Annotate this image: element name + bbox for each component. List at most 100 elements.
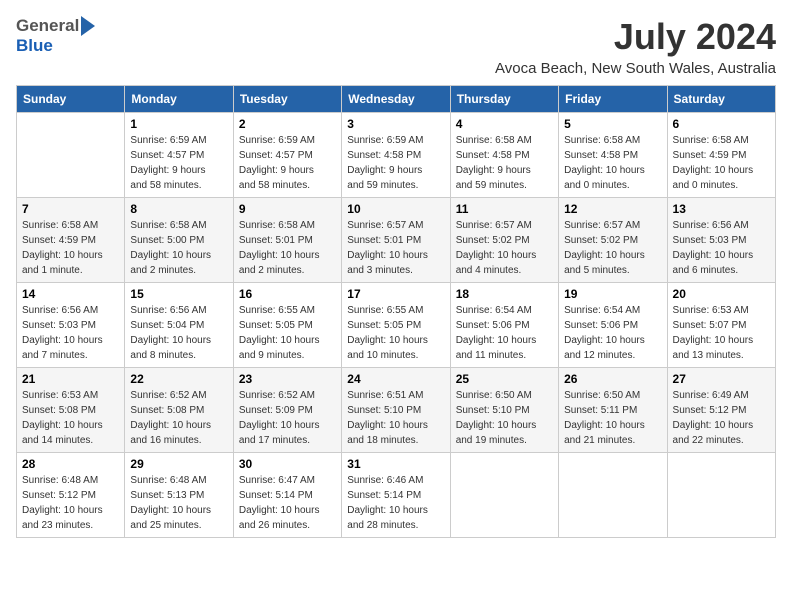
calendar-cell: 20 Sunrise: 6:53 AMSunset: 5:07 PMDayligh… [667, 283, 775, 368]
calendar-cell: 9 Sunrise: 6:58 AMSunset: 5:01 PMDaylight… [233, 198, 341, 283]
logo-blue: Blue [16, 36, 53, 55]
day-number: 16 [239, 287, 336, 301]
day-detail: Sunrise: 6:49 AMSunset: 5:12 PMDaylight:… [673, 388, 770, 448]
calendar-header-tuesday: Tuesday [233, 86, 341, 113]
day-detail: Sunrise: 6:58 AMSunset: 5:00 PMDaylight:… [130, 218, 227, 278]
day-number: 29 [130, 457, 227, 471]
day-number: 15 [130, 287, 227, 301]
day-number: 20 [673, 287, 770, 301]
day-number: 23 [239, 372, 336, 386]
day-detail: Sunrise: 6:56 AMSunset: 5:04 PMDaylight:… [130, 303, 227, 363]
day-detail: Sunrise: 6:48 AMSunset: 5:13 PMDaylight:… [130, 473, 227, 533]
calendar-week-2: 7 Sunrise: 6:58 AMSunset: 4:59 PMDaylight… [17, 198, 776, 283]
day-number: 14 [22, 287, 119, 301]
day-detail: Sunrise: 6:58 AMSunset: 4:59 PMDaylight:… [673, 133, 770, 193]
calendar-cell: 21 Sunrise: 6:53 AMSunset: 5:08 PMDayligh… [17, 368, 125, 453]
day-detail: Sunrise: 6:58 AMSunset: 5:01 PMDaylight:… [239, 218, 336, 278]
calendar-header-monday: Monday [125, 86, 233, 113]
day-detail: Sunrise: 6:59 AMSunset: 4:57 PMDaylight:… [130, 133, 227, 193]
calendar-cell: 4Sunrise: 6:58 AMSunset: 4:58 PMDaylight… [450, 113, 558, 198]
day-number: 26 [564, 372, 661, 386]
calendar-table: SundayMondayTuesdayWednesdayThursdayFrid… [16, 85, 776, 538]
day-detail: Sunrise: 6:59 AMSunset: 4:58 PMDaylight:… [347, 133, 444, 193]
calendar-cell: 28 Sunrise: 6:48 AMSunset: 5:12 PMDayligh… [17, 453, 125, 538]
logo-arrow-icon [81, 16, 95, 36]
calendar-cell: 22 Sunrise: 6:52 AMSunset: 5:08 PMDayligh… [125, 368, 233, 453]
day-detail: Sunrise: 6:54 AMSunset: 5:06 PMDaylight:… [456, 303, 553, 363]
day-number: 25 [456, 372, 553, 386]
day-number: 11 [456, 202, 553, 216]
title-area: July 2024 Avoca Beach, New South Wales, … [495, 16, 776, 77]
day-detail: Sunrise: 6:50 AMSunset: 5:10 PMDaylight:… [456, 388, 553, 448]
day-number: 24 [347, 372, 444, 386]
calendar-week-3: 14 Sunrise: 6:56 AMSunset: 5:03 PMDayligh… [17, 283, 776, 368]
day-number: 3 [347, 117, 444, 131]
day-number: 30 [239, 457, 336, 471]
calendar-header-friday: Friday [559, 86, 667, 113]
day-number: 7 [22, 202, 119, 216]
logo: General Blue [16, 16, 97, 56]
calendar-cell [17, 113, 125, 198]
day-detail: Sunrise: 6:52 AMSunset: 5:08 PMDaylight:… [130, 388, 227, 448]
calendar-cell: 31 Sunrise: 6:46 AMSunset: 5:14 PMDayligh… [342, 453, 450, 538]
calendar-cell: 11 Sunrise: 6:57 AMSunset: 5:02 PMDayligh… [450, 198, 558, 283]
day-detail: Sunrise: 6:59 AMSunset: 4:57 PMDaylight:… [239, 133, 336, 193]
day-number: 19 [564, 287, 661, 301]
calendar-cell: 27Sunrise: 6:49 AMSunset: 5:12 PMDayligh… [667, 368, 775, 453]
calendar-week-5: 28 Sunrise: 6:48 AMSunset: 5:12 PMDayligh… [17, 453, 776, 538]
calendar-cell: 29 Sunrise: 6:48 AMSunset: 5:13 PMDayligh… [125, 453, 233, 538]
day-detail: Sunrise: 6:56 AMSunset: 5:03 PMDaylight:… [673, 218, 770, 278]
calendar-cell: 12Sunrise: 6:57 AMSunset: 5:02 PMDayligh… [559, 198, 667, 283]
calendar-week-1: 1 Sunrise: 6:59 AMSunset: 4:57 PMDaylight… [17, 113, 776, 198]
day-detail: Sunrise: 6:46 AMSunset: 5:14 PMDaylight:… [347, 473, 444, 533]
calendar-cell: 10 Sunrise: 6:57 AMSunset: 5:01 PMDayligh… [342, 198, 450, 283]
calendar-cell: 18 Sunrise: 6:54 AMSunset: 5:06 PMDayligh… [450, 283, 558, 368]
calendar-cell: 24 Sunrise: 6:51 AMSunset: 5:10 PMDayligh… [342, 368, 450, 453]
calendar-cell: 6 Sunrise: 6:58 AMSunset: 4:59 PMDaylight… [667, 113, 775, 198]
day-number: 8 [130, 202, 227, 216]
logo-general: General [16, 16, 79, 36]
day-detail: Sunrise: 6:57 AMSunset: 5:02 PMDaylight:… [456, 218, 553, 278]
calendar-cell: 19 Sunrise: 6:54 AMSunset: 5:06 PMDayligh… [559, 283, 667, 368]
day-number: 12 [564, 202, 661, 216]
page-header: General Blue July 2024 Avoca Beach, New … [16, 16, 776, 77]
calendar-cell: 16Sunrise: 6:55 AMSunset: 5:05 PMDayligh… [233, 283, 341, 368]
day-number: 28 [22, 457, 119, 471]
day-detail: Sunrise: 6:51 AMSunset: 5:10 PMDaylight:… [347, 388, 444, 448]
day-detail: Sunrise: 6:54 AMSunset: 5:06 PMDaylight:… [564, 303, 661, 363]
day-detail: Sunrise: 6:57 AMSunset: 5:01 PMDaylight:… [347, 218, 444, 278]
day-number: 22 [130, 372, 227, 386]
day-detail: Sunrise: 6:48 AMSunset: 5:12 PMDaylight:… [22, 473, 119, 533]
day-detail: Sunrise: 6:50 AMSunset: 5:11 PMDaylight:… [564, 388, 661, 448]
calendar-cell: 30 Sunrise: 6:47 AMSunset: 5:14 PMDayligh… [233, 453, 341, 538]
calendar-cell: 14 Sunrise: 6:56 AMSunset: 5:03 PMDayligh… [17, 283, 125, 368]
day-detail: Sunrise: 6:58 AMSunset: 4:59 PMDaylight:… [22, 218, 119, 278]
calendar-header-wednesday: Wednesday [342, 86, 450, 113]
calendar-cell: 15 Sunrise: 6:56 AMSunset: 5:04 PMDayligh… [125, 283, 233, 368]
day-detail: Sunrise: 6:55 AMSunset: 5:05 PMDaylight:… [347, 303, 444, 363]
day-number: 2 [239, 117, 336, 131]
month-title: July 2024 [495, 16, 776, 58]
day-detail: Sunrise: 6:53 AMSunset: 5:08 PMDaylight:… [22, 388, 119, 448]
calendar-header-saturday: Saturday [667, 86, 775, 113]
day-number: 13 [673, 202, 770, 216]
day-number: 18 [456, 287, 553, 301]
calendar-week-4: 21 Sunrise: 6:53 AMSunset: 5:08 PMDayligh… [17, 368, 776, 453]
calendar-header-sunday: Sunday [17, 86, 125, 113]
day-detail: Sunrise: 6:52 AMSunset: 5:09 PMDaylight:… [239, 388, 336, 448]
day-number: 6 [673, 117, 770, 131]
calendar-cell: 26 Sunrise: 6:50 AMSunset: 5:11 PMDayligh… [559, 368, 667, 453]
calendar-cell: 13 Sunrise: 6:56 AMSunset: 5:03 PMDayligh… [667, 198, 775, 283]
day-number: 31 [347, 457, 444, 471]
day-number: 10 [347, 202, 444, 216]
day-detail: Sunrise: 6:58 AMSunset: 4:58 PMDaylight:… [456, 133, 553, 193]
day-detail: Sunrise: 6:53 AMSunset: 5:07 PMDaylight:… [673, 303, 770, 363]
day-detail: Sunrise: 6:47 AMSunset: 5:14 PMDaylight:… [239, 473, 336, 533]
calendar-cell: 23 Sunrise: 6:52 AMSunset: 5:09 PMDayligh… [233, 368, 341, 453]
calendar-cell [559, 453, 667, 538]
day-number: 1 [130, 117, 227, 131]
calendar-cell: 5Sunrise: 6:58 AMSunset: 4:58 PMDaylight… [559, 113, 667, 198]
day-detail: Sunrise: 6:56 AMSunset: 5:03 PMDaylight:… [22, 303, 119, 363]
day-number: 21 [22, 372, 119, 386]
day-number: 9 [239, 202, 336, 216]
